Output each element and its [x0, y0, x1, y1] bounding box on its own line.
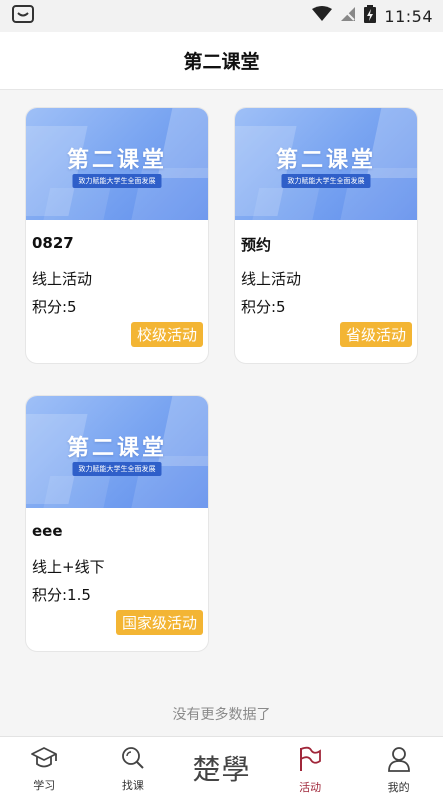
status-time: 11:54 [384, 6, 433, 26]
activity-name: 0827 [32, 234, 74, 252]
bottom-nav: 学习 找课 楚學 活动 我的 [0, 736, 443, 796]
banner-subtitle: 致力赋能大学生全面发展 [72, 174, 162, 188]
banner-title: 第二课堂 [66, 436, 167, 461]
status-bar: 11:54 [0, 0, 443, 32]
banner-title: 第二课堂 [275, 148, 376, 173]
banner-subtitle: 致力赋能大学生全面发展 [281, 174, 371, 188]
nav-label: 学习 [33, 779, 56, 792]
activity-banner-image: 第二课堂 致力赋能大学生全面发展 [26, 108, 208, 220]
nav-item-activities[interactable]: 活动 [266, 737, 355, 796]
activity-level-tag: 国家级活动 [115, 610, 203, 635]
activity-mode: 线上+线下 [32, 558, 105, 576]
nav-label: 我的 [387, 781, 410, 794]
activity-card[interactable]: 第二课堂 致力赋能大学生全面发展 预约 线上活动 积分:5 省级活动 [234, 107, 418, 364]
activity-card[interactable]: 第二课堂 致力赋能大学生全面发展 0827 线上活动 积分:5 校级活动 [25, 107, 209, 364]
activity-level-tag: 校级活动 [130, 322, 203, 347]
nav-item-mine[interactable]: 我的 [354, 737, 443, 796]
activity-points: 积分:5 [241, 298, 286, 316]
activity-card[interactable]: 第二课堂 致力赋能大学生全面发展 eee 线上+线下 积分:1.5 国家级活动 [25, 395, 209, 652]
list-end-message: 没有更多数据了 [172, 707, 271, 723]
activity-mode: 线上活动 [32, 270, 93, 288]
activity-level-tag: 省级活动 [339, 322, 412, 347]
banner-title: 第二课堂 [66, 148, 167, 173]
notification-app-icon [12, 5, 34, 27]
nav-label: 找课 [121, 779, 144, 792]
nav-item-find-course[interactable]: 找课 [89, 737, 178, 796]
nav-item-study[interactable]: 学习 [0, 737, 89, 796]
brand-logo: 楚學 [192, 753, 251, 786]
activity-points: 积分:5 [32, 298, 77, 316]
activity-points: 积分:1.5 [32, 586, 91, 604]
wifi-icon [312, 6, 333, 26]
activity-name: eee [32, 522, 63, 540]
page-title: 第二课堂 [183, 51, 260, 73]
search-icon [120, 746, 146, 774]
flag-icon [297, 746, 323, 776]
user-icon [387, 746, 411, 776]
activity-banner-image: 第二课堂 致力赋能大学生全面发展 [26, 396, 208, 508]
activity-list[interactable]: 第二课堂 致力赋能大学生全面发展 0827 线上活动 积分:5 校级活动 第二课… [0, 90, 443, 736]
activity-mode: 线上活动 [241, 270, 302, 288]
activity-banner-image: 第二课堂 致力赋能大学生全面发展 [235, 108, 417, 220]
nav-item-logo[interactable]: 楚學 [177, 737, 266, 796]
no-signal-icon [340, 6, 356, 26]
battery-charging-icon [364, 5, 377, 27]
banner-subtitle: 致力赋能大学生全面发展 [72, 462, 162, 476]
graduation-cap-icon [30, 746, 58, 774]
page-header: 第二课堂 [0, 32, 443, 90]
activity-name: 预约 [241, 236, 272, 254]
nav-label: 活动 [299, 781, 322, 794]
